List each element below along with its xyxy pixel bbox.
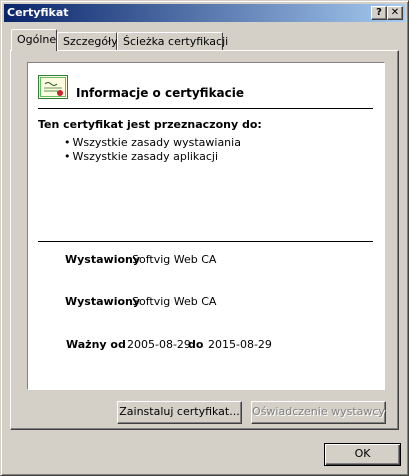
valid-to-value: 2015-08-29 (208, 338, 272, 351)
valid-to-label: do (188, 338, 204, 351)
purpose-heading: Ten certyfikat jest przeznaczony do: (38, 118, 262, 131)
purpose-item: Wszystkie zasady aplikacji (64, 150, 241, 164)
purpose-item: Wszystkie zasady wystawiania (64, 136, 241, 150)
help-icon: ? (376, 7, 382, 18)
tab-general[interactable]: Ogólne (11, 29, 57, 51)
install-certificate-button[interactable]: Zainstaluj certyfikat... (117, 401, 242, 424)
issued-by-value: Softvig Web CA (132, 295, 217, 308)
tab-certification-path-label: Ścieżka certyfikacji (123, 35, 229, 48)
certificate-dialog: Certyfikat ? ✕ Ogólne Szczegóły Ścieżka … (0, 0, 409, 476)
certificate-info-box: Informacje o certyfikacie Ten certyfikat… (27, 62, 385, 390)
issued-by-label: Wystawiony (65, 295, 141, 308)
ok-button[interactable]: OK (324, 443, 401, 466)
divider-bottom (38, 241, 373, 242)
issued-to-label: Wystawiony (65, 253, 141, 266)
issued-to-value: Softvig Web CA (132, 253, 217, 266)
purpose-list: Wszystkie zasady wystawiania Wszystkie z… (64, 136, 241, 164)
certificate-icon (38, 75, 68, 99)
valid-from-value: 2005-08-29 (127, 338, 191, 351)
divider-top (38, 108, 373, 109)
info-title: Informacje o certyfikacie (76, 86, 245, 100)
tab-certification-path[interactable]: Ścieżka certyfikacji (117, 32, 228, 50)
close-button[interactable]: ✕ (387, 6, 403, 20)
close-icon: ✕ (390, 7, 400, 18)
tab-details[interactable]: Szczegóły (57, 32, 118, 50)
tab-details-label: Szczegóły (63, 35, 118, 48)
tab-general-label: Ogólne (17, 33, 57, 46)
help-button[interactable]: ? (371, 6, 387, 20)
valid-from-label: Ważny od (66, 338, 126, 351)
issuer-statement-button[interactable]: Oświadczenie wystawcy (251, 401, 386, 424)
title-bar[interactable]: Certyfikat ? ✕ (4, 4, 405, 22)
window-title: Certyfikat (7, 6, 69, 19)
